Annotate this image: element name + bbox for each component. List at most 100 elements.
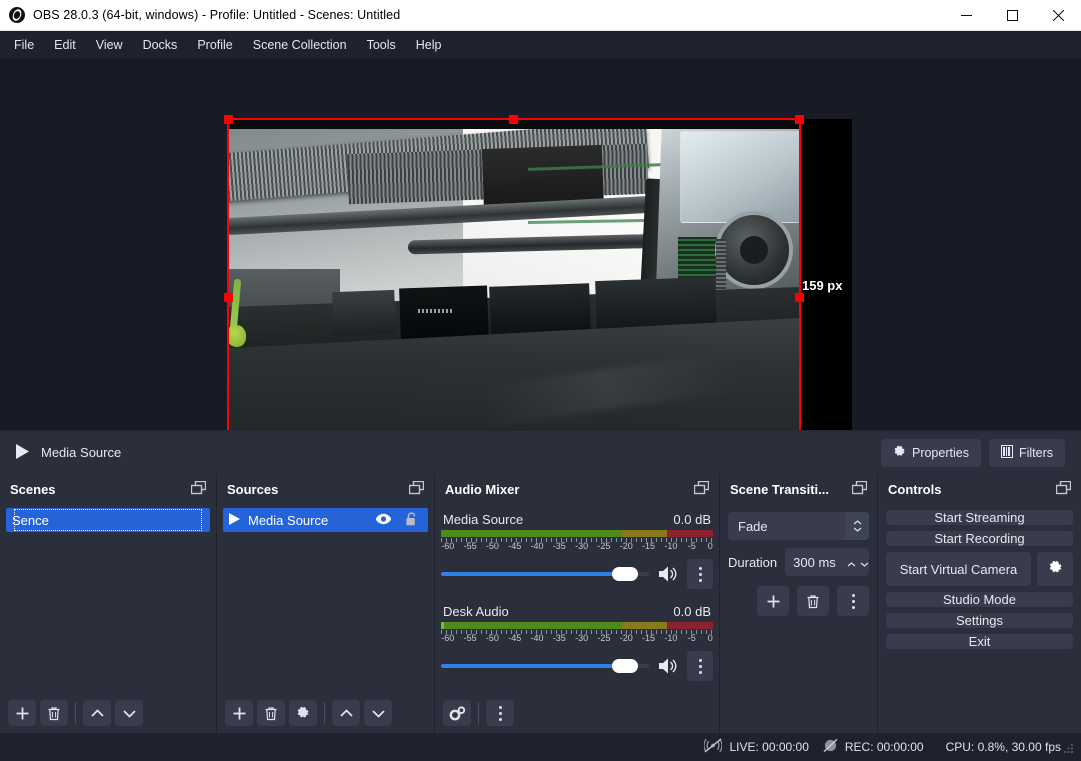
spinner-arrows-icon[interactable] <box>845 512 869 540</box>
properties-button-label: Properties <box>911 445 969 460</box>
float-dock-icon[interactable] <box>851 480 868 498</box>
scale-tick: -10 <box>664 541 678 551</box>
remove-transition-button[interactable] <box>797 586 829 616</box>
scenes-list[interactable]: Sence <box>0 504 216 693</box>
remove-scene-button[interactable] <box>40 700 68 726</box>
menu-profile[interactable]: Profile <box>187 34 242 56</box>
menu-tools[interactable]: Tools <box>357 34 406 56</box>
toolbar-separator <box>75 702 76 724</box>
level-meter <box>441 622 713 629</box>
duration-row: Duration 300 ms <box>728 548 869 576</box>
meter-scale: -60 -55 -50 -45 -40 -35 -30 -25 -20 -15 … <box>441 630 713 644</box>
float-dock-icon[interactable] <box>190 480 207 498</box>
toolbar-source-name: Media Source <box>41 445 122 460</box>
scenes-title-label: Scenes <box>10 481 56 497</box>
move-scene-down-button[interactable] <box>115 700 143 726</box>
move-source-down-button[interactable] <box>364 700 392 726</box>
transitions-title-label: Scene Transiti... <box>730 481 829 497</box>
volume-slider[interactable] <box>441 565 649 583</box>
eye-icon[interactable] <box>375 513 392 528</box>
advanced-audio-properties-button[interactable] <box>443 700 471 726</box>
move-scene-up-button[interactable] <box>83 700 111 726</box>
float-dock-icon[interactable] <box>408 480 425 498</box>
mixer-channels: Media Source 0.0 dB -60 -55 -50 -45 -40 … <box>435 504 719 693</box>
window-title: OBS 28.0.3 (64-bit, windows) - Profile: … <box>33 8 401 22</box>
vertical-dots-icon[interactable] <box>687 559 713 589</box>
play-icon <box>229 512 240 528</box>
mixer-toolbar <box>435 693 719 733</box>
sources-toolbar <box>217 693 434 733</box>
scale-tick: -35 <box>552 541 566 551</box>
live-time: LIVE: 00:00:00 <box>729 740 809 754</box>
meter-scale: -60 -55 -50 -45 -40 -35 -30 -25 -20 -15 … <box>441 538 713 552</box>
start-streaming-button[interactable]: Start Streaming <box>886 510 1073 525</box>
maximize-button[interactable] <box>989 0 1035 31</box>
move-source-up-button[interactable] <box>332 700 360 726</box>
scale-tick: -60 <box>441 633 455 643</box>
start-virtual-camera-button[interactable]: Start Virtual Camera <box>886 552 1031 586</box>
scenes-dock: Scenes Sence <box>0 474 217 733</box>
audio-mixer-dock: Audio Mixer Media Source 0.0 dB -60 -55 … <box>435 474 720 733</box>
studio-mode-button[interactable]: Studio Mode <box>886 592 1073 607</box>
spinner-arrows-icon[interactable] <box>847 555 869 570</box>
settings-button[interactable]: Settings <box>886 613 1073 628</box>
speaker-on-icon[interactable] <box>657 566 679 582</box>
sources-dock-title: Sources <box>217 474 434 504</box>
speaker-on-icon[interactable] <box>657 658 679 674</box>
gear-icon <box>1048 560 1063 578</box>
scale-tick: -15 <box>642 633 656 643</box>
properties-button[interactable]: Properties <box>880 438 981 467</box>
sources-dock: Sources Media Source <box>217 474 435 733</box>
scale-tick: -30 <box>575 541 589 551</box>
channel-name: Media Source <box>443 512 524 527</box>
menu-file[interactable]: File <box>4 34 44 56</box>
add-source-button[interactable] <box>225 700 253 726</box>
menu-help[interactable]: Help <box>406 34 452 56</box>
add-transition-button[interactable] <box>757 586 789 616</box>
source-list-item[interactable]: Media Source <box>223 508 428 532</box>
virtual-camera-settings-button[interactable] <box>1037 552 1073 586</box>
duration-spinbox[interactable]: 300 ms <box>785 548 869 576</box>
transition-menu-button[interactable] <box>837 586 869 616</box>
start-recording-button[interactable]: Start Recording <box>886 531 1073 546</box>
source-properties-button[interactable] <box>289 700 317 726</box>
menu-docks[interactable]: Docks <box>133 34 188 56</box>
resize-grip-icon[interactable] <box>1061 740 1075 754</box>
add-scene-button[interactable] <box>8 700 36 726</box>
float-dock-icon[interactable] <box>1055 480 1072 498</box>
toolbar-separator <box>324 702 325 724</box>
transition-select[interactable]: Fade <box>728 512 869 540</box>
remove-source-button[interactable] <box>257 700 285 726</box>
exit-button[interactable]: Exit <box>886 634 1073 649</box>
scale-tick: -50 <box>485 633 499 643</box>
toolbar-separator <box>478 702 479 724</box>
float-dock-icon[interactable] <box>693 480 710 498</box>
menu-scene-collection[interactable]: Scene Collection <box>243 34 357 56</box>
menu-edit[interactable]: Edit <box>44 34 86 56</box>
filters-button[interactable]: Filters <box>988 438 1065 467</box>
menu-view[interactable]: View <box>86 34 133 56</box>
play-icon[interactable] <box>16 443 29 462</box>
vertical-dots-icon[interactable] <box>687 651 713 681</box>
obs-logo-icon <box>9 7 25 23</box>
close-button[interactable] <box>1035 0 1081 31</box>
transitions-dock-title: Scene Transiti... <box>720 474 877 504</box>
mixer-menu-button[interactable] <box>486 700 514 726</box>
scale-tick: 0 <box>707 541 713 551</box>
filters-icon <box>1000 444 1013 461</box>
volume-slider[interactable] <box>441 657 649 675</box>
scale-tick: -55 <box>463 541 477 551</box>
scale-tick: -20 <box>619 541 633 551</box>
focus-ring <box>14 509 202 531</box>
minimize-button[interactable] <box>943 0 989 31</box>
unlock-icon[interactable] <box>405 511 418 529</box>
transitions-body: Fade Duration 300 ms <box>720 504 877 733</box>
scale-tick: -45 <box>508 541 522 551</box>
preview-area[interactable]: 159 px <box>0 58 1081 430</box>
scale-tick: -25 <box>597 633 611 643</box>
cpu-status: CPU: 0.8%, 30.00 fps <box>946 740 1061 754</box>
scene-list-item[interactable]: Sence <box>6 508 210 532</box>
sources-list[interactable]: Media Source <box>217 504 434 693</box>
scale-tick: -25 <box>597 541 611 551</box>
preview-canvas <box>228 119 852 430</box>
